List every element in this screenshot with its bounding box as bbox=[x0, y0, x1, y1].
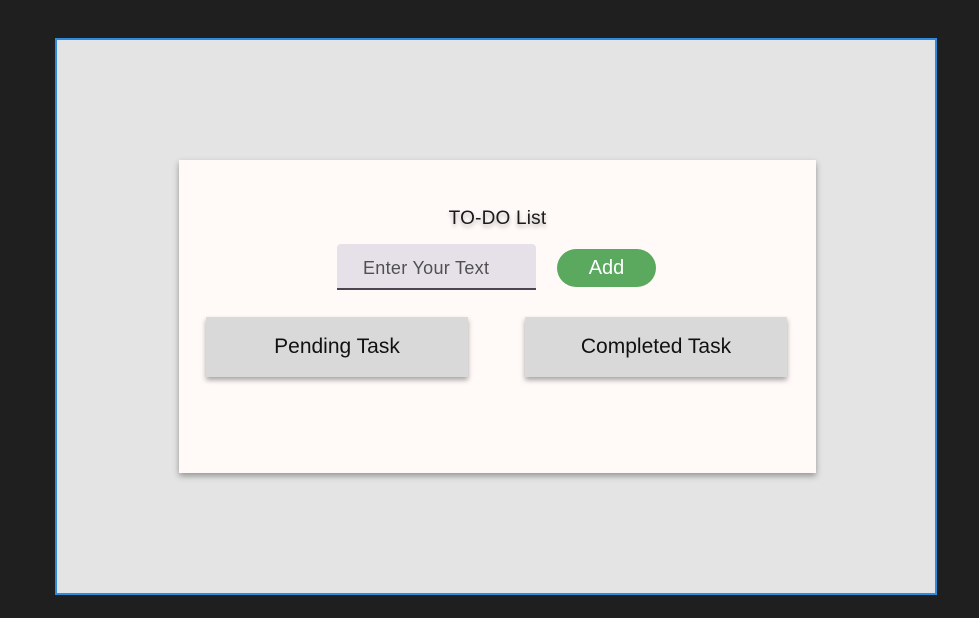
task-text-input[interactable] bbox=[337, 244, 536, 288]
completed-task-button[interactable]: Completed Task bbox=[525, 317, 787, 377]
add-button[interactable]: Add bbox=[557, 249, 656, 287]
app-frame: TO-DO List Add Pending Task Completed Ta… bbox=[55, 38, 937, 595]
pending-task-button[interactable]: Pending Task bbox=[206, 317, 468, 377]
page-title: TO-DO List bbox=[448, 208, 547, 229]
task-input-container bbox=[337, 244, 536, 290]
todo-card: TO-DO List Add Pending Task Completed Ta… bbox=[179, 160, 816, 473]
